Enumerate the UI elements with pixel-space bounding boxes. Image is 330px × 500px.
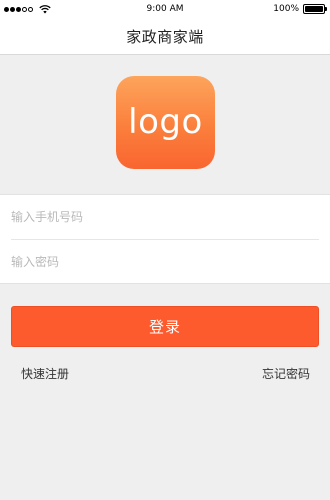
status-right: 100% [273, 3, 327, 15]
phone-field [0, 195, 330, 239]
forgot-password-link[interactable]: 忘记密码 [262, 366, 310, 382]
nav-bar: 家政商家端 [0, 18, 330, 55]
battery-percent: 100% [273, 4, 299, 14]
password-field [0, 240, 330, 284]
status-bar: 9:00 AM 100% [0, 0, 330, 18]
page-title: 家政商家端 [126, 27, 204, 46]
login-form [0, 194, 330, 284]
app-logo: logo [116, 76, 215, 169]
password-input[interactable] [11, 255, 311, 269]
battery-icon [303, 4, 327, 14]
logo-text: logo [128, 101, 203, 142]
battery-fill [305, 6, 323, 12]
register-link[interactable]: 快速注册 [21, 366, 69, 382]
phone-input[interactable] [11, 210, 311, 224]
login-button[interactable]: 登录 [11, 306, 319, 347]
app-screen: 9:00 AM 100% 家政商家端 logo 登录 快速注册 忘记密码 [0, 0, 330, 500]
